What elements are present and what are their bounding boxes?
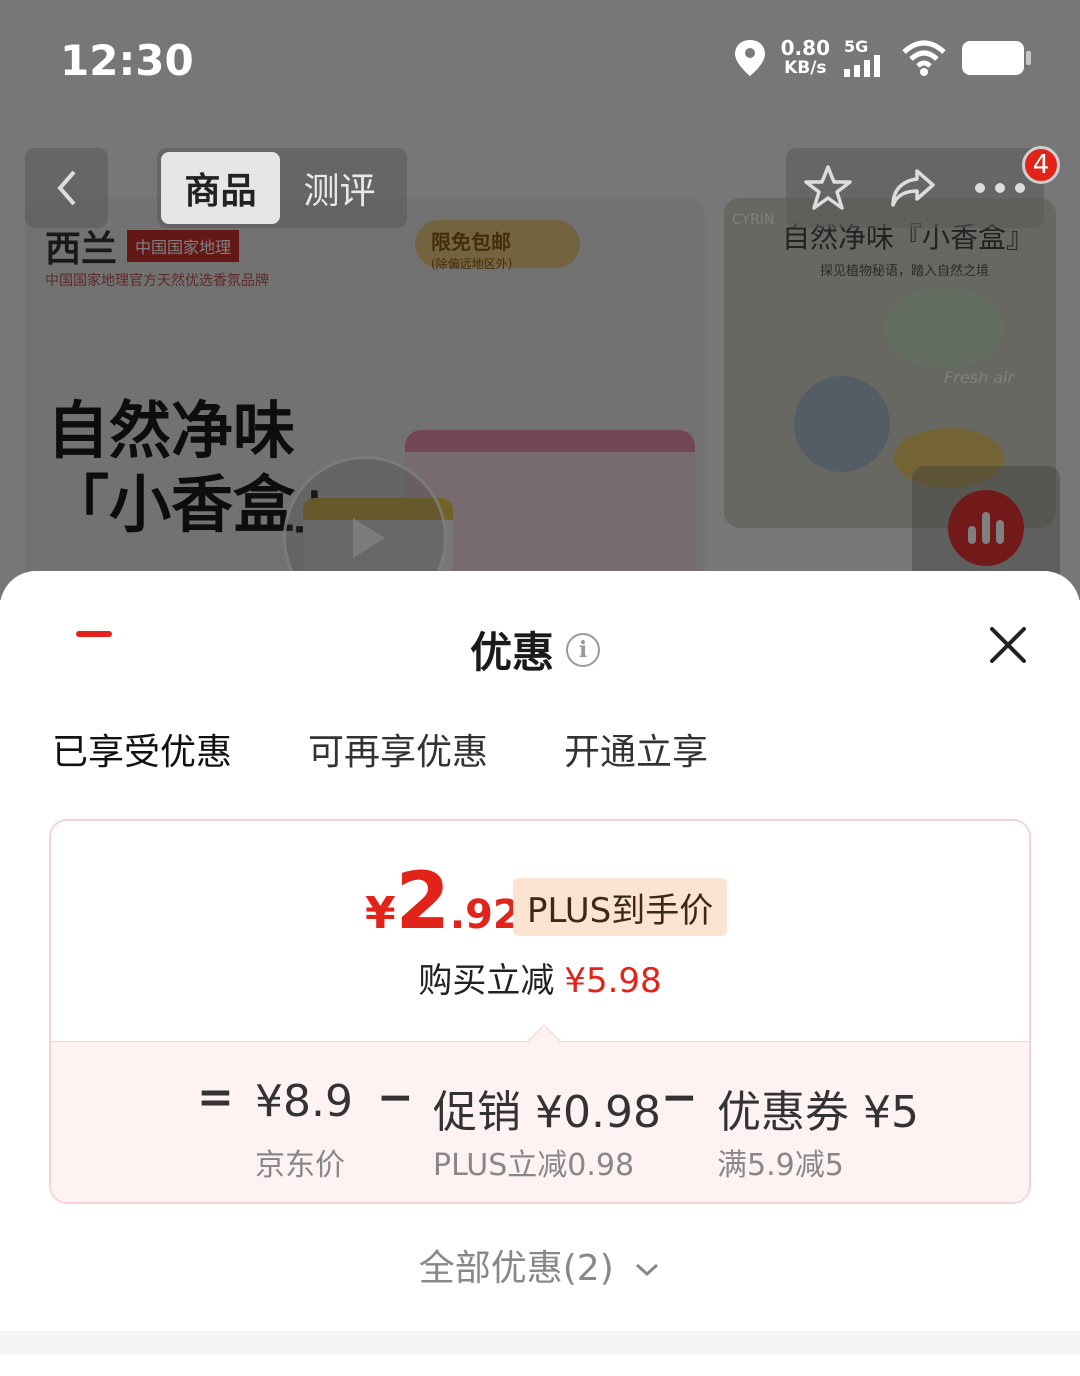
price-integer: 2 [395, 857, 450, 947]
tab-activate[interactable]: 开通立享 [564, 723, 708, 787]
discount-tabs: 已享受优惠 可再享优惠 开通立享 [52, 723, 708, 787]
coupon-discount: 优惠券 ¥5 [717, 1087, 919, 1138]
notification-badge: 4 [1022, 146, 1060, 184]
chevron-left-icon [56, 170, 76, 206]
info-icon[interactable]: i [566, 632, 601, 667]
price-currency: ¥ [365, 888, 396, 939]
jd-price-label: 京东价 [255, 1148, 345, 1183]
price-decimal: .92 [449, 892, 521, 938]
savings-row: 购买立减 ¥5.98 [51, 953, 1029, 1002]
savings-value: ¥5.98 [564, 961, 662, 1001]
tab-available[interactable]: 可再享优惠 [308, 723, 488, 787]
tab-product[interactable]: 商品 [161, 152, 280, 224]
chevron-down-icon [636, 1263, 659, 1277]
tab-review[interactable]: 测评 [280, 152, 399, 224]
final-price: ¥ 2 .92 [365, 863, 521, 941]
status-icons: 0.80 KB/s 5G [733, 37, 1031, 78]
header-actions [786, 148, 1044, 228]
network-type: 5G [844, 37, 869, 56]
sheet-title: 优惠 [470, 628, 555, 677]
top-navigation: 商品 测评 4 [0, 146, 1080, 228]
price-card: ¥ 2 .92 PLUS到手价 购买立减 ¥5.98 = ¥8.9 京东价 − 促… [49, 819, 1031, 1204]
final-price-section: ¥ 2 .92 PLUS到手价 购买立减 ¥5.98 [51, 821, 1029, 1041]
location-icon [734, 40, 765, 76]
minus-sign-1: − [377, 1072, 414, 1123]
share-icon[interactable] [887, 163, 939, 213]
signal-icon [844, 55, 880, 77]
price-breakdown: = ¥8.9 京东价 − 促销 ¥0.98 PLUS立减0.98 − 优惠券 ¥… [51, 1041, 1029, 1202]
discount-sheet: 优惠 i 已享受优惠 可再享优惠 开通立享 ¥ 2 .92 PLUS到手价 购买… [0, 571, 1080, 1376]
network-speed: 0.80 KB/s [781, 38, 830, 78]
equals-sign: = [197, 1072, 234, 1123]
wifi-icon [902, 40, 946, 76]
active-tab-indicator [76, 631, 112, 637]
sheet-header: 优惠 i [470, 619, 601, 680]
status-time: 12:30 [60, 36, 194, 85]
tab-enjoyed[interactable]: 已享受优惠 [52, 723, 232, 787]
jd-price: ¥8.9 [255, 1076, 353, 1127]
network-speed-value: 0.80 [780, 36, 830, 60]
sheet-footer-divider [0, 1331, 1080, 1355]
all-offers-toggle[interactable]: 全部优惠(2) [0, 1239, 1080, 1291]
star-icon[interactable] [802, 163, 854, 213]
close-icon[interactable] [986, 623, 1030, 667]
savings-label: 购买立减 [418, 961, 555, 1001]
promo-discount: 促销 ¥0.98 [433, 1087, 661, 1138]
battery-icon [962, 41, 1031, 75]
back-button[interactable] [25, 148, 108, 228]
network-speed-unit: KB/s [784, 58, 827, 78]
coupon-condition: 满5.9减5 [717, 1148, 844, 1183]
more-icon[interactable] [972, 178, 1028, 198]
minus-sign-2: − [661, 1072, 698, 1123]
status-bar: 12:30 0.80 KB/s 5G [0, 0, 1080, 120]
page-tabs: 商品 测评 [157, 148, 407, 228]
all-offers-label: 全部优惠(2) [418, 1248, 614, 1289]
promo-discount-label: PLUS立减0.98 [433, 1148, 635, 1183]
plus-price-badge: PLUS到手价 [513, 878, 728, 936]
